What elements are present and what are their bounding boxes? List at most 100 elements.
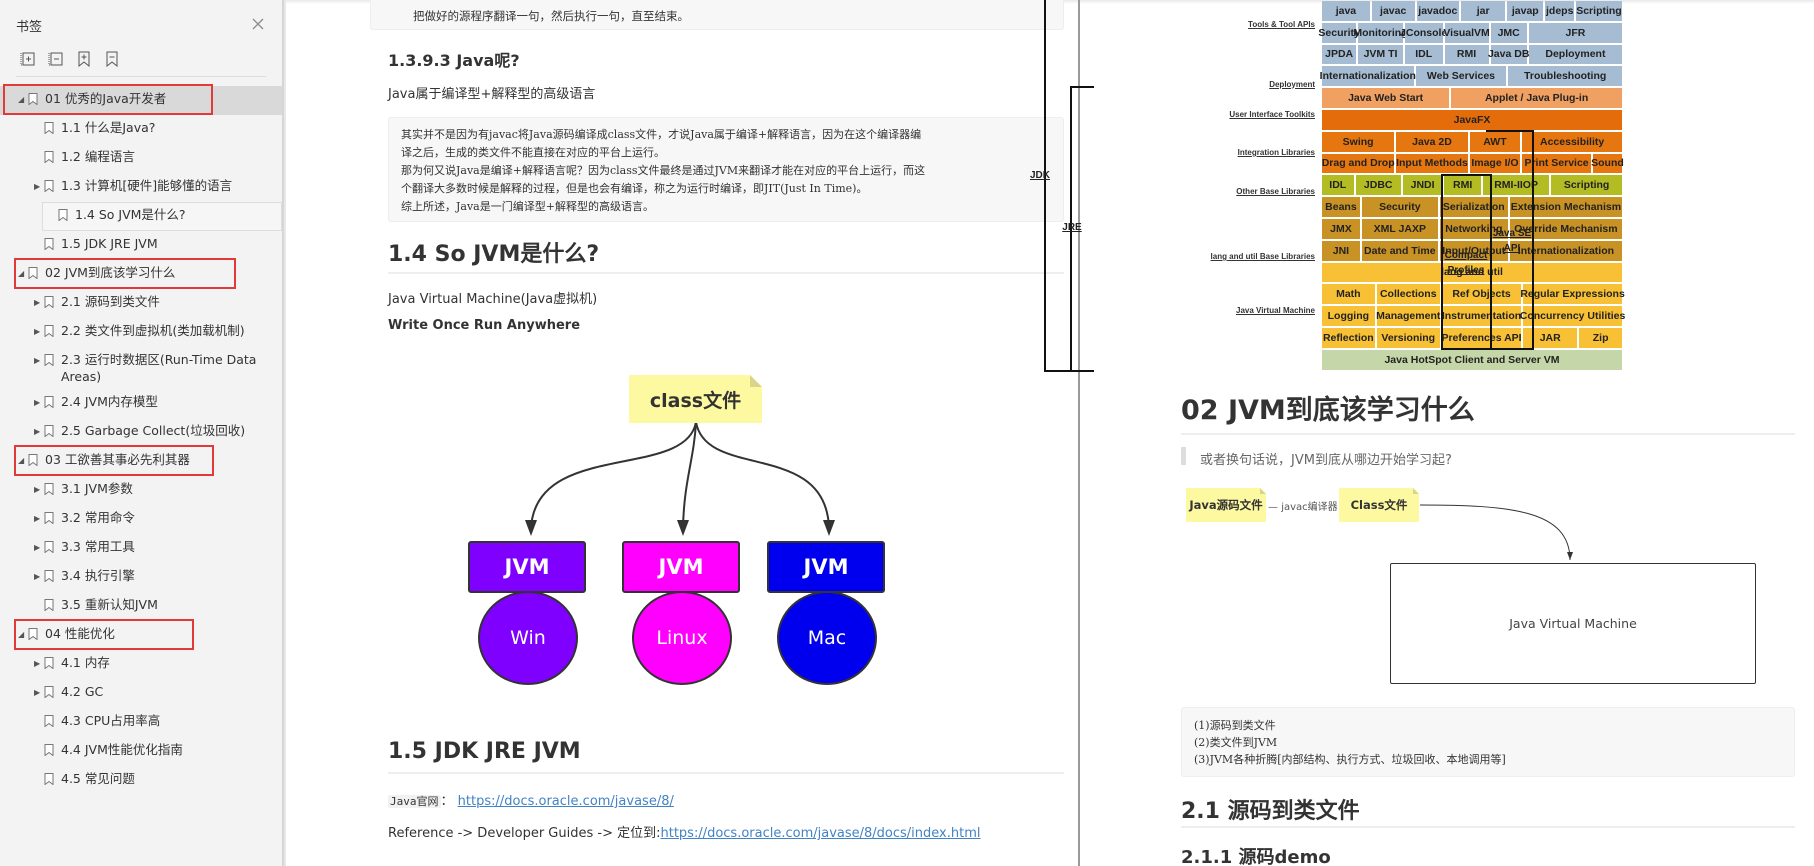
collapsed-arrow-icon[interactable]: ▶: [34, 423, 44, 440]
bookmark-item[interactable]: ▶ 3.1 JVM参数: [0, 476, 282, 505]
bookmark-label: 3.3 常用工具: [61, 539, 135, 554]
heading-1393: 1.3.9.3 Java呢?: [388, 51, 520, 70]
collapsed-arrow-icon[interactable]: ▶: [34, 684, 44, 701]
bookmark-icon: [44, 150, 54, 164]
collapsed-arrow-icon[interactable]: ▶: [34, 323, 44, 340]
bookmark-item[interactable]: ▶ 3.4 执行引擎: [0, 563, 282, 592]
platform-cell-beans: Beans: [1322, 197, 1360, 217]
bookmark-item[interactable]: 1.4 So JVM是什么?: [42, 202, 282, 231]
bookmark-item[interactable]: ▶ 4.1 内存: [0, 650, 282, 679]
bookmark-icon: [28, 627, 38, 641]
add-bookmark-icon[interactable]: [76, 51, 92, 67]
platform-cell-preferences-api: Preferences API: [1441, 328, 1522, 348]
side-label-other: Other Base Libraries: [1236, 187, 1315, 196]
expanded-arrow-icon[interactable]: ◢: [18, 265, 28, 282]
expanded-arrow-icon[interactable]: ◢: [18, 91, 28, 108]
collapsed-arrow-icon[interactable]: ▶: [34, 294, 44, 311]
link-javase8[interactable]: https://docs.oracle.com/javase/8/: [458, 794, 674, 809]
blockquote-bar: [1181, 447, 1186, 465]
platform-cell-jfr: JFR: [1528, 22, 1622, 43]
bookmark-icon: [28, 92, 38, 106]
paragraph-jvm-definition: Java Virtual Machine(Java虚拟机): [388, 292, 598, 307]
bookmark-item[interactable]: 4.3 CPU占用率高: [0, 708, 282, 737]
platform-cell-xml-jaxp: XML JAXP: [1361, 219, 1438, 239]
bookmark-item[interactable]: ▶ 1.3 计算机[硬件]能够懂的语言: [0, 173, 282, 202]
bookmark-icon: [44, 598, 54, 612]
bookmark-item[interactable]: ▶ 2.2 类文件到虚拟机(类加载机制): [0, 318, 282, 347]
platform-cell-scripting: Scripting: [1575, 1, 1622, 21]
bookmark-item[interactable]: ▶ 2.5 Garbage Collect(垃圾回收): [0, 418, 282, 447]
link-javase8-docs[interactable]: https://docs.oracle.com/javase/8/docs/in…: [660, 826, 980, 841]
bookmark-tree: ◢ 01 优秀的Java开发者 1.1 什么是Java? 1.2 编程语言 ▶ 1.3 计…: [0, 86, 282, 795]
remove-bookmark-icon[interactable]: [104, 51, 120, 67]
collapsed-arrow-icon[interactable]: ▶: [34, 539, 44, 556]
bookmark-item[interactable]: ▶ 3.2 常用命令: [0, 505, 282, 534]
bookmark-item[interactable]: 4.5 常见问题: [0, 766, 282, 795]
bookmark-icon: [44, 179, 54, 193]
code-block-java-type: 其实并不是因为有javac将Java源码编译成class文件，才说Java属于编…: [388, 117, 1064, 222]
bookmark-label: 4.3 CPU占用率高: [61, 713, 161, 728]
close-icon[interactable]: [250, 16, 266, 32]
toolbar-divider: [16, 76, 266, 77]
collapsed-arrow-icon[interactable]: ▶: [34, 510, 44, 527]
bookmark-item[interactable]: 1.2 编程语言: [0, 144, 282, 173]
bookmark-chapter[interactable]: ◢ 01 优秀的Java开发者: [0, 86, 282, 115]
bookmark-item[interactable]: 1.5 JDK JRE JVM: [0, 231, 282, 260]
side-label-tools: Tools & Tool APIs: [1248, 20, 1315, 29]
bookmark-icon: [44, 714, 54, 728]
platform-cell-date-and-time: Date and Time: [1361, 240, 1438, 261]
collapsed-arrow-icon[interactable]: ▶: [34, 568, 44, 585]
code-line: (1)源码到类文件: [1194, 719, 1276, 732]
collapsed-arrow-icon[interactable]: ▶: [34, 178, 44, 195]
bookmark-label: 1.4 So JVM是什么?: [75, 207, 186, 222]
collapsed-arrow-icon[interactable]: ▶: [34, 655, 44, 672]
heading-divider: [388, 272, 1064, 274]
bookmark-icon: [44, 295, 54, 309]
bookmark-label: 3.1 JVM参数: [61, 481, 133, 496]
expanded-arrow-icon[interactable]: ◢: [18, 626, 28, 643]
os-circle-win: Win: [478, 591, 578, 685]
collapsed-arrow-icon[interactable]: ▶: [34, 394, 44, 411]
collapsed-arrow-icon[interactable]: ▶: [34, 352, 44, 369]
bookmark-chapter[interactable]: ◢ 03 工欲善其事必先利其器: [0, 447, 282, 476]
platform-cell-jmx: JMX: [1322, 219, 1360, 239]
bookmark-label: 4.1 内存: [61, 655, 110, 670]
bookmark-item[interactable]: 4.4 JVM性能优化指南: [0, 737, 282, 766]
platform-cell-java-2d: Java 2D: [1396, 131, 1468, 152]
bookmark-label: 1.5 JDK JRE JVM: [61, 236, 158, 251]
bookmark-item[interactable]: ▶ 3.3 常用工具: [0, 534, 282, 563]
bookmark-icon: [44, 511, 54, 525]
collapse-all-icon[interactable]: [48, 51, 64, 67]
bookmark-label: 2.1 源码到类文件: [61, 294, 160, 309]
platform-cell-concurrency-utilities: Concurrency Utilities: [1520, 306, 1625, 326]
bookmark-icon: [44, 685, 54, 699]
platform-cell-math: Math: [1322, 284, 1375, 305]
bookmark-label: 2.3 运行时数据区(Run-Time Data Areas): [61, 352, 257, 384]
bookmark-item[interactable]: 3.5 重新认知JVM: [0, 592, 282, 621]
bookmark-chapter[interactable]: ◢ 02 JVM到底该学习什么: [0, 260, 282, 289]
platform-cell-collections: Collections: [1376, 284, 1440, 305]
bookmark-icon: [44, 324, 54, 338]
platform-cell-scripting: Scripting: [1551, 175, 1622, 196]
dev-guides-text: Reference -> Developer Guides -> 定位到:: [388, 826, 661, 841]
bookmark-icon: [44, 743, 54, 757]
code-line: 其实并不是因为有javac将Java源码编译成class文件，才说Java属于编…: [401, 128, 922, 141]
bookmark-label: 3.2 常用命令: [61, 510, 135, 525]
collapsed-arrow-icon[interactable]: ▶: [34, 481, 44, 498]
platform-cell-java-db: Java DB: [1488, 44, 1529, 65]
bookmark-item[interactable]: ▶ 2.3 运行时数据区(Run-Time Data Areas): [0, 347, 282, 389]
platform-cell-internationalization: Internationalization: [1320, 66, 1416, 87]
bookmark-icon: [44, 353, 54, 367]
heading-14: 1.4 So JVM是什么?: [388, 242, 600, 267]
bookmark-item[interactable]: ▶ 2.1 源码到类文件: [0, 289, 282, 318]
expanded-arrow-icon[interactable]: ◢: [18, 452, 28, 469]
bookmark-chapter[interactable]: ◢ 04 性能优化: [0, 621, 282, 650]
paragraph-java-type: Java属于编译型+解释型的高级语言: [388, 87, 596, 102]
heading-02: 02 JVM到底该学习什么: [1181, 395, 1475, 426]
os-label: Linux: [656, 627, 708, 649]
expand-all-icon[interactable]: [20, 51, 36, 67]
platform-cell-drag-and-drop: Drag and Drop: [1322, 153, 1395, 174]
bookmark-item[interactable]: 1.1 什么是Java?: [0, 115, 282, 144]
bookmark-item[interactable]: ▶ 2.4 JVM内存模型: [0, 389, 282, 418]
bookmark-item[interactable]: ▶ 4.2 GC: [0, 679, 282, 708]
